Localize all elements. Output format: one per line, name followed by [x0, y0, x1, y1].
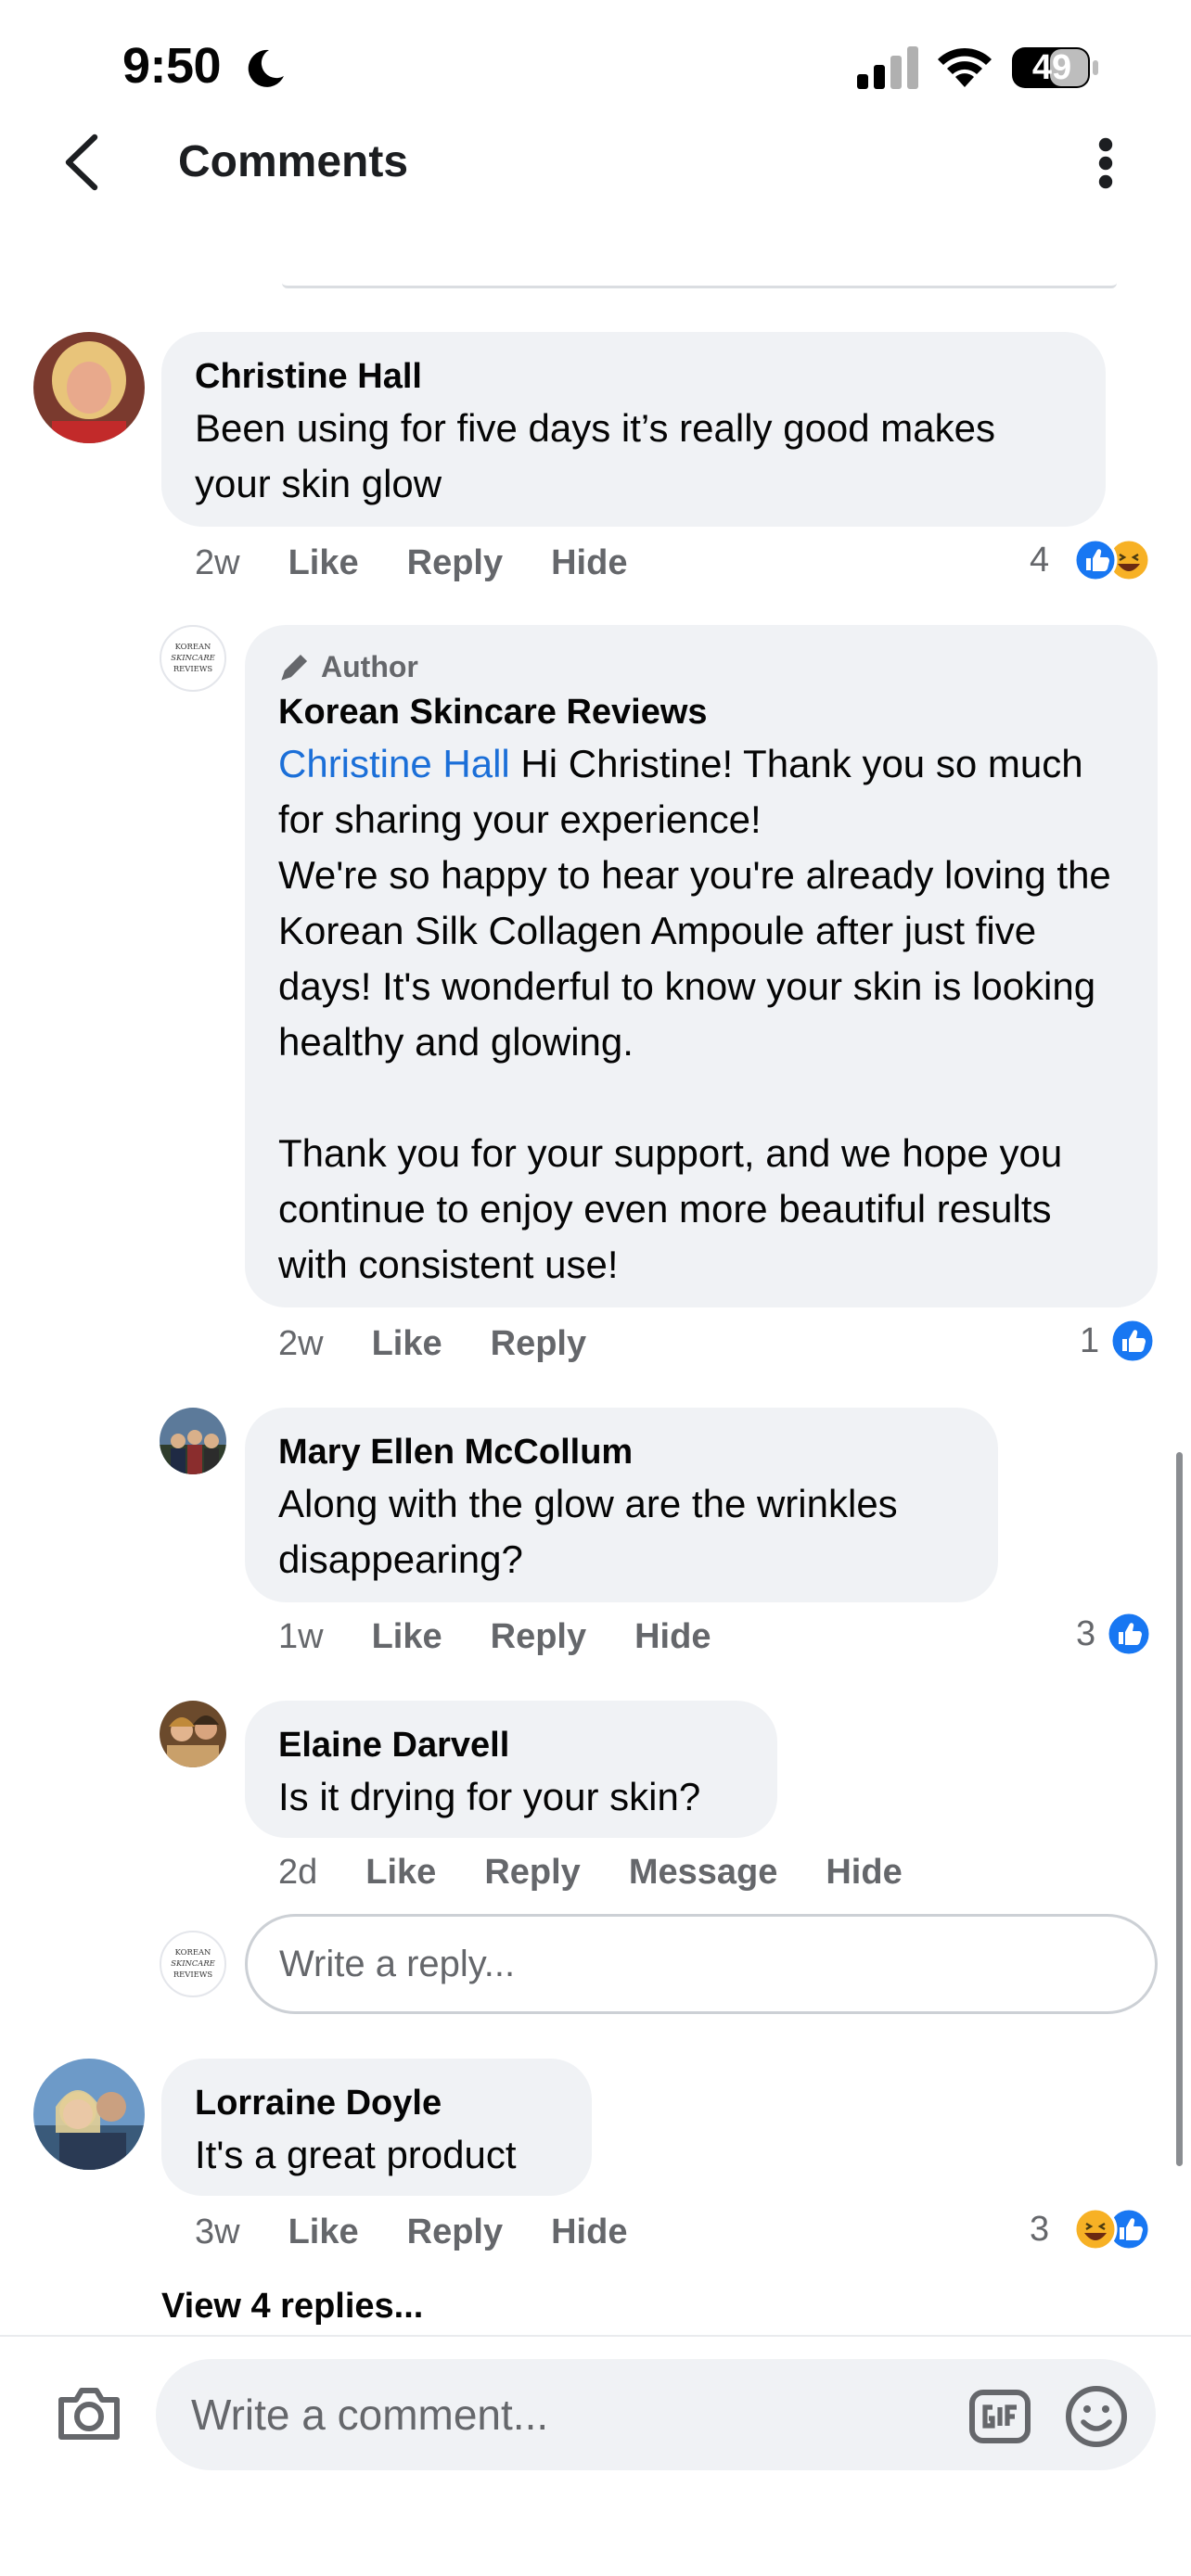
header: Comments — [0, 111, 1191, 213]
avatar-photo — [160, 1408, 226, 1474]
reaction-count: 3 — [1030, 2210, 1050, 2249]
hide-button[interactable]: Hide — [826, 1849, 902, 1895]
avatar[interactable] — [160, 1408, 226, 1474]
like-button[interactable]: Like — [288, 2209, 359, 2255]
logo: KOREAN SKINCARE REVIEWS — [171, 642, 215, 673]
back-arrow-icon[interactable] — [54, 132, 109, 193]
svg-text:KOREAN: KOREAN — [175, 642, 211, 651]
comment-bubble: Mary Ellen McCollum Along with the glow … — [245, 1408, 998, 1602]
comment-actions: 2w Like Reply Hide — [195, 540, 627, 586]
commenter-name[interactable]: Mary Ellen McCollum — [278, 1428, 965, 1476]
avatar-photo — [160, 1701, 226, 1767]
commenter-name[interactable]: Elaine Darvell — [278, 1721, 744, 1769]
commenter-name[interactable]: Lorraine Doyle — [195, 2079, 558, 2127]
svg-text:SKINCARE: SKINCARE — [171, 653, 215, 662]
cellular-signal-icon — [857, 46, 918, 89]
reaction-summary[interactable]: 4 — [1030, 536, 1151, 584]
reaction-summary[interactable]: 3 — [1076, 1610, 1153, 1658]
comment-bubble: Elaine Darvell Is it drying for your ski… — [245, 1701, 777, 1838]
comment-bubble: Lorraine Doyle It's a great product — [161, 2059, 592, 2196]
avatar-photo — [33, 2059, 145, 2170]
like-button[interactable]: Like — [288, 540, 359, 586]
like-reaction-icon — [1106, 1611, 1152, 1657]
comment-text: It's a great product — [195, 2133, 517, 2176]
reply-button[interactable]: Reply — [491, 1613, 586, 1660]
comment-time: 3w — [195, 2213, 240, 2251]
like-reaction-icon — [1109, 1318, 1156, 1364]
reply-input[interactable]: Write a reply... — [245, 1914, 1158, 2014]
comment-bubble: Author Korean Skincare Reviews Christine… — [245, 625, 1158, 1307]
avatar[interactable] — [33, 332, 145, 443]
comment-actions: 3w Like Reply Hide — [195, 2209, 627, 2255]
comment-actions: 2w Like Reply — [278, 1320, 586, 1367]
comment-text: Been using for five days it’s really goo… — [195, 406, 996, 505]
commenter-name[interactable]: Korean Skincare Reviews — [278, 688, 1124, 736]
reaction-summary[interactable]: 1 — [1080, 1317, 1157, 1365]
reaction-count: 4 — [1030, 541, 1050, 580]
comment-actions: 2d Like Reply Message Hide — [278, 1849, 903, 1895]
page-logo-avatar[interactable]: KOREAN SKINCARE REVIEWS — [160, 625, 226, 692]
thread-divider — [282, 283, 1117, 288]
reaction-count: 3 — [1076, 1614, 1096, 1653]
comment-time: 2d — [278, 1853, 318, 1892]
pencil-icon — [281, 654, 308, 681]
status-time: 9:50 — [122, 38, 222, 94]
reaction-summary[interactable]: 3 — [1030, 2205, 1151, 2253]
hide-button[interactable]: Hide — [634, 1613, 711, 1660]
avatar-photo — [33, 332, 145, 443]
like-button[interactable]: Like — [372, 1613, 442, 1660]
camera-icon[interactable] — [54, 2378, 124, 2448]
more-options-icon[interactable] — [1082, 134, 1130, 193]
reply-button[interactable]: Reply — [484, 1849, 580, 1895]
comment-time: 1w — [278, 1617, 324, 1656]
mention-link[interactable]: Christine Hall — [278, 742, 510, 785]
hide-button[interactable]: Hide — [551, 2209, 627, 2255]
emoji-icon[interactable] — [1063, 2383, 1130, 2450]
logo: KOREAN SKINCARE REVIEWS — [171, 1947, 215, 1979]
comment-time: 2w — [195, 543, 240, 582]
like-button[interactable]: Like — [365, 1849, 436, 1895]
wifi-icon — [938, 47, 992, 87]
scrollbar[interactable] — [1176, 1452, 1183, 2166]
svg-text:SKINCARE: SKINCARE — [171, 1958, 215, 1968]
hide-button[interactable]: Hide — [551, 540, 627, 586]
author-badge: Author — [278, 645, 1124, 688]
reply-button[interactable]: Reply — [407, 2209, 503, 2255]
svg-text:REVIEWS: REVIEWS — [173, 664, 212, 673]
avatar[interactable] — [160, 1701, 226, 1767]
like-haha-reactions-icon — [1073, 538, 1151, 582]
page-title: Comments — [178, 137, 409, 186]
svg-text:REVIEWS: REVIEWS — [173, 1970, 212, 1979]
avatar[interactable] — [33, 2059, 145, 2170]
haha-like-reactions-icon — [1073, 2207, 1151, 2251]
comment-composer: Write a comment... — [0, 2335, 1191, 2576]
moon-icon — [248, 49, 284, 87]
like-button[interactable]: Like — [372, 1320, 442, 1367]
comment-text: Christine Hall Hi Christine! Thank you s… — [278, 736, 1124, 1293]
comment-time: 2w — [278, 1324, 324, 1363]
reaction-count: 1 — [1080, 1321, 1100, 1360]
comment-body: Hi Christine! Thank you so much for shar… — [278, 742, 1111, 1286]
gif-icon[interactable] — [968, 2385, 1031, 2448]
author-label: Author — [321, 650, 418, 683]
comment-text: Along with the glow are the wrinkles dis… — [278, 1482, 898, 1581]
reply-button[interactable]: Reply — [407, 540, 503, 586]
reply-button[interactable]: Reply — [491, 1320, 586, 1367]
message-button[interactable]: Message — [629, 1849, 778, 1895]
commenter-name[interactable]: Christine Hall — [195, 352, 1072, 401]
battery-level: 49 — [1031, 48, 1072, 87]
page-logo-avatar: KOREAN SKINCARE REVIEWS — [160, 1931, 226, 1997]
comment-actions: 1w Like Reply Hide — [278, 1613, 711, 1660]
view-replies-link[interactable]: View 4 replies... — [161, 2287, 423, 2327]
comment-text: Is it drying for your skin? — [278, 1775, 701, 1818]
svg-text:KOREAN: KOREAN — [175, 1947, 211, 1957]
comment-bubble: Christine Hall Been using for five days … — [161, 332, 1106, 527]
